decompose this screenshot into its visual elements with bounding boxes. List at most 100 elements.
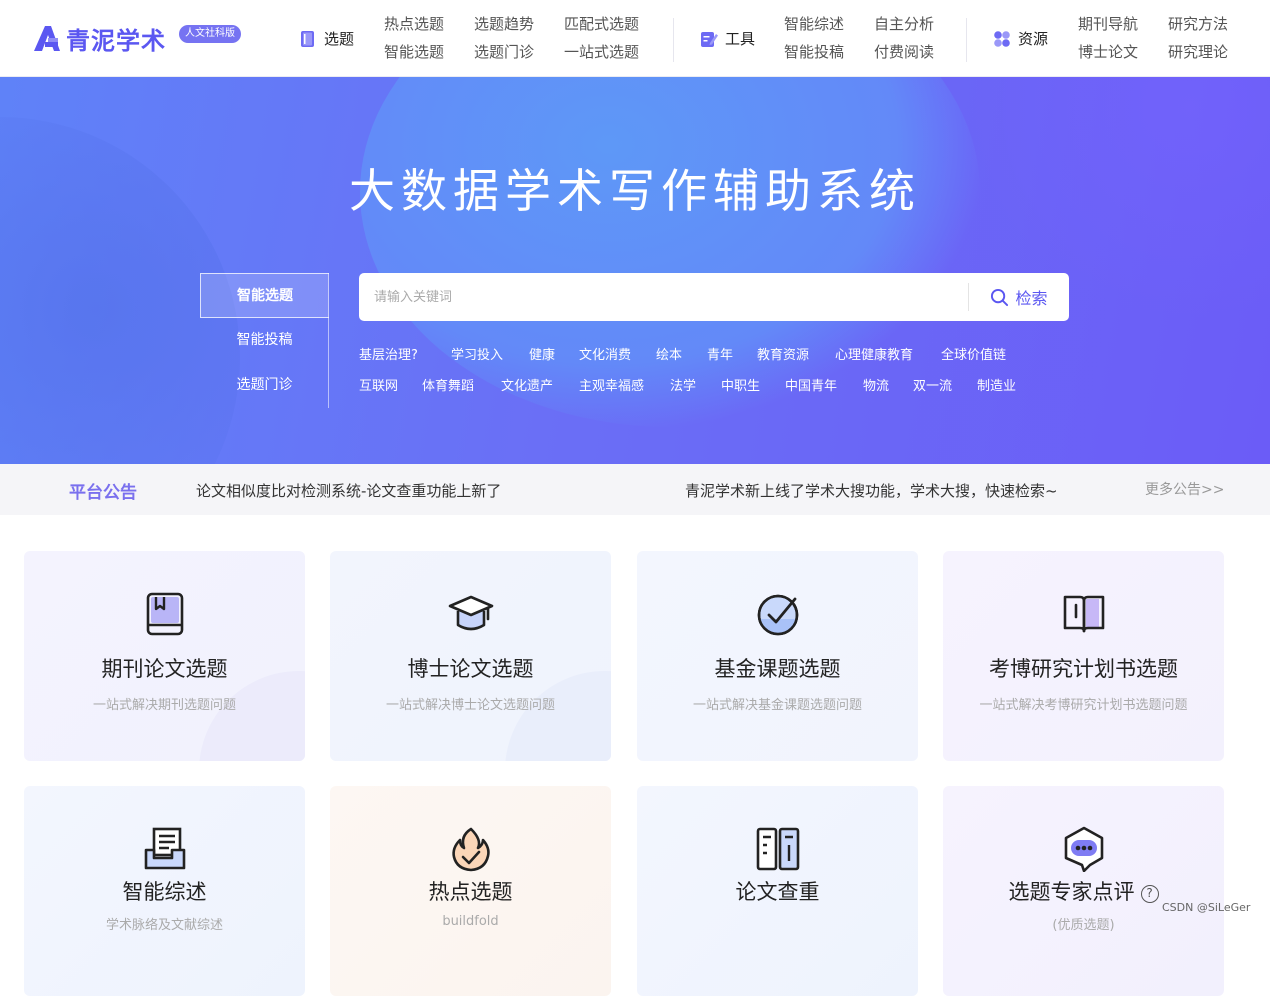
nav-link-matching-topic[interactable]: 匹配式选题 — [564, 14, 639, 34]
document-tray-icon — [144, 827, 186, 870]
card-title: 论文查重 — [735, 880, 820, 904]
split-document-icon — [756, 827, 800, 871]
keyword-link[interactable]: 主观幸福感 — [579, 378, 644, 396]
card-description: 一站式解决期刊选题问题 — [92, 698, 236, 713]
keyword-link[interactable]: 绘本 — [656, 347, 682, 365]
feature-card-journal-topic[interactable]: 期刊论文选题 一站式解决期刊选题问题 — [24, 551, 305, 761]
more-announcements-link[interactable]: 更多公告>> — [1145, 479, 1224, 499]
hero-decoration — [360, 77, 980, 427]
feature-card-doctoral-topic[interactable]: 博士论文选题 一站式解决博士论文选题问题 — [330, 551, 611, 761]
search-button-label: 检索 — [1015, 289, 1048, 308]
nav-head-label: 资源 — [1018, 30, 1049, 48]
nav-link-smart-review[interactable]: 智能综述 — [784, 14, 844, 34]
nav-head-label: 工具 — [725, 30, 756, 48]
tab-smart-topic[interactable]: 智能选题 — [200, 273, 329, 318]
card-description: buildfold — [442, 914, 499, 929]
top-header: 青泥学术 人文社科版 选题 热点选题 选题趋势 匹配式选题 智能选题 选题门诊 … — [0, 0, 1270, 77]
card-description: 一站式解决考博研究计划书选题问题 — [979, 698, 1188, 713]
announcement-item[interactable]: 论文相似度比对检测系统-论文查重功能上新了 — [196, 480, 501, 501]
keyword-link[interactable]: 法学 — [670, 378, 696, 396]
card-decoration — [505, 671, 611, 761]
nav-head-label: 选题 — [324, 30, 355, 48]
keyword-link[interactable]: 心理健康教育 — [835, 347, 913, 365]
keyword-link[interactable]: 教育资源 — [757, 347, 809, 365]
feature-card-plagiarism-check[interactable]: 论文查重 — [637, 786, 918, 996]
nav-link-topic-clinic[interactable]: 选题门诊 — [474, 42, 534, 62]
edit-icon — [701, 31, 718, 47]
card-description: (优质选题) — [1052, 918, 1115, 933]
keyword-link[interactable]: 中职生 — [721, 378, 760, 396]
card-description: 一站式解决博士论文选题问题 — [385, 698, 555, 713]
search-mode-tabs: 智能选题 智能投稿 选题门诊 — [200, 273, 329, 408]
feature-card-phd-plan-topic[interactable]: 考博研究计划书选题 一站式解决考博研究计划书选题问题 — [943, 551, 1224, 761]
feature-card-fund-topic[interactable]: 基金课题选题 一站式解决基金课题选题问题 — [637, 551, 918, 761]
keyword-link[interactable]: 体育舞蹈 — [422, 378, 474, 396]
nav-group-topic[interactable]: 选题 — [299, 0, 354, 77]
logo[interactable]: 青泥学术 人文社科版 — [32, 20, 241, 56]
card-title: 热点选题 — [428, 880, 513, 904]
chat-bubble-icon — [1064, 826, 1104, 872]
announcement-title: 平台公告 — [69, 483, 137, 503]
nav-divider — [966, 18, 967, 62]
keyword-link[interactable]: 全球价值链 — [941, 347, 1006, 365]
keyword-link[interactable]: 青年 — [707, 347, 733, 365]
card-description: 学术脉络及文献综述 — [105, 918, 223, 933]
nav-link-topic-trend[interactable]: 选题趋势 — [474, 14, 534, 34]
nav-link-one-stop-topic[interactable]: 一站式选题 — [564, 42, 639, 62]
keyword-link[interactable]: 双一流 — [913, 378, 952, 396]
search-icon — [991, 288, 1009, 306]
keyword-link[interactable]: 物流 — [863, 378, 889, 396]
book-icon — [301, 30, 314, 47]
nav-group-tools[interactable]: 工具 — [700, 0, 755, 77]
keyword-link[interactable]: 基层治理? — [359, 347, 418, 365]
flame-icon — [452, 827, 490, 872]
keyword-link[interactable]: 健康 — [529, 347, 555, 365]
card-description: 一站式解决基金课题选题问题 — [692, 698, 862, 713]
announcement-item[interactable]: 青泥学术新上线了学术大搜功能，学术大搜，快速检索~ — [685, 480, 1058, 501]
keyword-link[interactable]: 中国青年 — [785, 378, 837, 396]
keyword-link[interactable]: 文化消费 — [579, 347, 631, 365]
help-icon[interactable]: ? — [1140, 885, 1159, 903]
search-bar: 检索 — [359, 273, 1069, 321]
hero-banner: 大数据学术写作辅助系统 智能选题 智能投稿 选题门诊 检索 基层治理? 学习投入… — [0, 77, 1270, 464]
nav-group-resources[interactable]: 资源 — [993, 0, 1048, 77]
nav-link-doctoral-thesis[interactable]: 博士论文 — [1078, 42, 1138, 62]
open-book-icon — [1063, 595, 1105, 633]
card-decoration — [199, 671, 305, 761]
nav-link-research-method[interactable]: 研究方法 — [1168, 14, 1228, 34]
search-button[interactable]: 检索 — [969, 273, 1069, 321]
feature-card-hot-topic[interactable]: 热点选题 buildfold — [330, 786, 611, 996]
nav-link-smart-submission[interactable]: 智能投稿 — [784, 42, 844, 62]
card-title: 基金课题选题 — [714, 657, 841, 681]
nav-link-journal-nav[interactable]: 期刊导航 — [1078, 14, 1138, 34]
grid-icon — [994, 30, 1010, 47]
check-circle-icon — [757, 594, 799, 636]
nav-link-research-theory[interactable]: 研究理论 — [1168, 42, 1228, 62]
nav-head-tools[interactable]: 工具 — [700, 28, 755, 49]
keyword-link[interactable]: 学习投入 — [451, 347, 503, 365]
card-title: 考博研究计划书选题 — [989, 657, 1178, 681]
nav-link-hot-topics[interactable]: 热点选题 — [384, 14, 444, 34]
tab-smart-submission[interactable]: 智能投稿 — [200, 318, 329, 363]
announcement-bar: 平台公告 论文相似度比对检测系统-论文查重功能上新了 青泥学术新上线了学术大搜功… — [0, 464, 1270, 515]
logo-text: 青泥学术 — [66, 25, 166, 55]
hero-title: 大数据学术写作辅助系统 — [349, 164, 921, 218]
feature-card-smart-review[interactable]: 智能综述 学术脉络及文献综述 — [24, 786, 305, 996]
nav-divider — [673, 18, 674, 62]
nav-link-paid-reading[interactable]: 付费阅读 — [874, 42, 934, 62]
graduation-cap-icon — [448, 595, 494, 631]
nav-link-self-analysis[interactable]: 自主分析 — [874, 14, 934, 34]
keyword-link[interactable]: 互联网 — [359, 378, 398, 396]
search-input[interactable] — [359, 273, 967, 321]
logo-edition-badge: 人文社科版 — [179, 25, 241, 43]
keyword-link[interactable]: 文化遗产 — [501, 378, 553, 396]
tab-topic-clinic[interactable]: 选题门诊 — [200, 363, 329, 408]
feature-card-expert-review[interactable]: 选题专家点评? (优质选题) — [943, 786, 1224, 996]
nav-link-smart-topic[interactable]: 智能选题 — [384, 42, 444, 62]
nav-head-resources[interactable]: 资源 — [993, 28, 1048, 49]
nav-head-topic[interactable]: 选题 — [299, 28, 354, 49]
keyword-link[interactable]: 制造业 — [977, 378, 1016, 396]
card-title: 智能综述 — [122, 880, 207, 904]
logo-mark-icon — [34, 26, 60, 51]
watermark: CSDN @SiLeGer — [1162, 901, 1251, 914]
